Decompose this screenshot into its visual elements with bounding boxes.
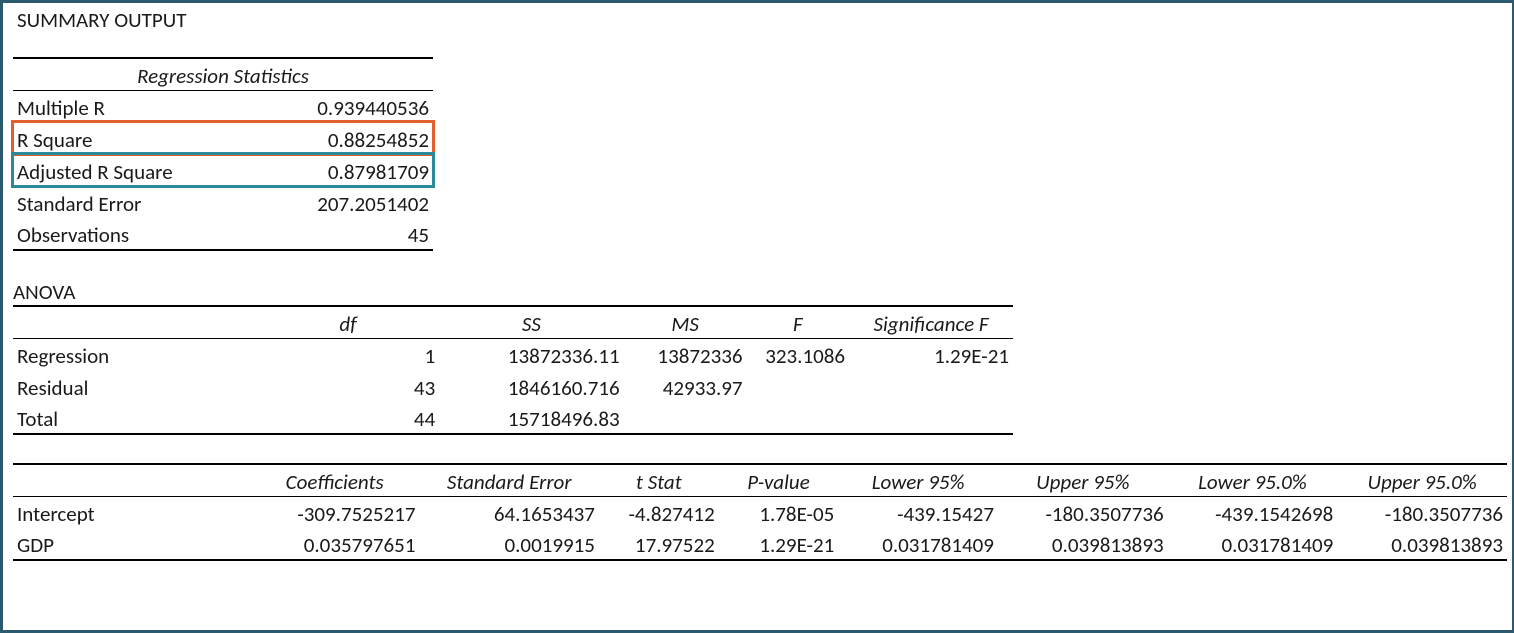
anova-df-residual: 43 bbox=[257, 370, 439, 402]
anova-hdr-f: F bbox=[747, 306, 849, 338]
coef-hdr-coef: Coefficients bbox=[250, 464, 420, 496]
anova-f-regression: 323.1086 bbox=[747, 338, 849, 370]
coef-val-gdp-t: 17.97522 bbox=[599, 528, 719, 560]
coef-hdr-se: Standard Error bbox=[419, 464, 598, 496]
anova-table: df SS MS F Significance F Regression 1 1… bbox=[13, 305, 1013, 435]
anova-ss-regression: 13872336.11 bbox=[439, 338, 623, 370]
coef-val-gdp-l95: 0.031781409 bbox=[838, 528, 998, 560]
label-observations: Observations bbox=[13, 218, 253, 250]
coef-val-gdp-u95: 0.039813893 bbox=[998, 528, 1168, 560]
anova-title: ANOVA bbox=[13, 279, 1502, 305]
anova-ms-residual: 42933.97 bbox=[624, 370, 747, 402]
anova-f-residual bbox=[747, 370, 849, 402]
coef-hdr-l95b: Lower 95.0% bbox=[1168, 464, 1338, 496]
anova-row-total: Total 44 15718496.83 bbox=[13, 402, 1013, 434]
coef-val-intercept-t: -4.827412 bbox=[599, 496, 719, 528]
anova-sigf-regression: 1.29E-21 bbox=[849, 338, 1013, 370]
row-r-square: R Square 0.88254852 bbox=[13, 122, 433, 154]
value-standard-error: 207.2051402 bbox=[253, 186, 433, 218]
value-observations: 45 bbox=[253, 218, 433, 250]
coef-hdr-u95b: Upper 95.0% bbox=[1337, 464, 1507, 496]
coef-val-intercept-l95b: -439.1542698 bbox=[1168, 496, 1338, 528]
coef-hdr-t: t Stat bbox=[599, 464, 719, 496]
coef-hdr-l95: Lower 95% bbox=[838, 464, 998, 496]
coef-row-gdp: GDP 0.035797651 0.0019915 17.97522 1.29E… bbox=[13, 528, 1507, 560]
coef-val-gdp-coef: 0.035797651 bbox=[250, 528, 420, 560]
anova-df-total: 44 bbox=[257, 402, 439, 434]
label-multiple-r: Multiple R bbox=[13, 90, 253, 122]
anova-header-row: df SS MS F Significance F bbox=[13, 306, 1013, 338]
row-adj-r-square: Adjusted R Square 0.87981709 bbox=[13, 154, 433, 186]
anova-ss-residual: 1846160.716 bbox=[439, 370, 623, 402]
coef-val-intercept-u95b: -180.3507736 bbox=[1337, 496, 1507, 528]
label-r-square: R Square bbox=[13, 122, 253, 154]
coef-header-row: Coefficients Standard Error t Stat P-val… bbox=[13, 464, 1507, 496]
anova-label-residual: Residual bbox=[13, 370, 257, 402]
coef-hdr-u95: Upper 95% bbox=[998, 464, 1168, 496]
regstats-header: Regression Statistics bbox=[13, 58, 433, 90]
row-observations: Observations 45 bbox=[13, 218, 433, 250]
anova-f-total bbox=[747, 402, 849, 434]
anova-label-regression: Regression bbox=[13, 338, 257, 370]
coef-label-gdp: GDP bbox=[13, 528, 250, 560]
row-standard-error: Standard Error 207.2051402 bbox=[13, 186, 433, 218]
coefficients-table: Coefficients Standard Error t Stat P-val… bbox=[13, 463, 1507, 561]
value-r-square: 0.88254852 bbox=[253, 122, 433, 154]
anova-hdr-sigf: Significance F bbox=[849, 306, 1013, 338]
label-adj-r-square: Adjusted R Square bbox=[13, 154, 253, 186]
anova-row-regression: Regression 1 13872336.11 13872336 323.10… bbox=[13, 338, 1013, 370]
anova-sigf-residual bbox=[849, 370, 1013, 402]
coef-val-gdp-p: 1.29E-21 bbox=[719, 528, 839, 560]
regression-statistics-table: Regression Statistics Multiple R 0.93944… bbox=[13, 57, 433, 251]
coef-val-intercept-p: 1.78E-05 bbox=[719, 496, 839, 528]
coef-row-intercept: Intercept -309.7525217 64.1653437 -4.827… bbox=[13, 496, 1507, 528]
anova-label-total: Total bbox=[13, 402, 257, 434]
anova-hdr-ss: SS bbox=[439, 306, 623, 338]
coef-val-intercept-coef: -309.7525217 bbox=[250, 496, 420, 528]
anova-ms-total bbox=[624, 402, 747, 434]
label-standard-error: Standard Error bbox=[13, 186, 253, 218]
coef-hdr-p: P-value bbox=[719, 464, 839, 496]
value-multiple-r: 0.939440536 bbox=[253, 90, 433, 122]
coef-val-gdp-u95b: 0.039813893 bbox=[1337, 528, 1507, 560]
coef-val-intercept-u95: -180.3507736 bbox=[998, 496, 1168, 528]
value-adj-r-square: 0.87981709 bbox=[253, 154, 433, 186]
row-multiple-r: Multiple R 0.939440536 bbox=[13, 90, 433, 122]
anova-ss-total: 15718496.83 bbox=[439, 402, 623, 434]
coef-val-gdp-l95b: 0.031781409 bbox=[1168, 528, 1338, 560]
anova-sigf-total bbox=[849, 402, 1013, 434]
regression-output-frame: SUMMARY OUTPUT Regression Statistics Mul… bbox=[0, 0, 1514, 633]
summary-title: SUMMARY OUTPUT bbox=[13, 7, 190, 57]
anova-hdr-ms: MS bbox=[624, 306, 747, 338]
coef-val-gdp-se: 0.0019915 bbox=[419, 528, 598, 560]
coef-val-intercept-l95: -439.15427 bbox=[838, 496, 998, 528]
anova-ms-regression: 13872336 bbox=[624, 338, 747, 370]
coef-label-intercept: Intercept bbox=[13, 496, 250, 528]
coef-val-intercept-se: 64.1653437 bbox=[419, 496, 598, 528]
anova-df-regression: 1 bbox=[257, 338, 439, 370]
anova-hdr-df: df bbox=[257, 306, 439, 338]
anova-row-residual: Residual 43 1846160.716 42933.97 bbox=[13, 370, 1013, 402]
